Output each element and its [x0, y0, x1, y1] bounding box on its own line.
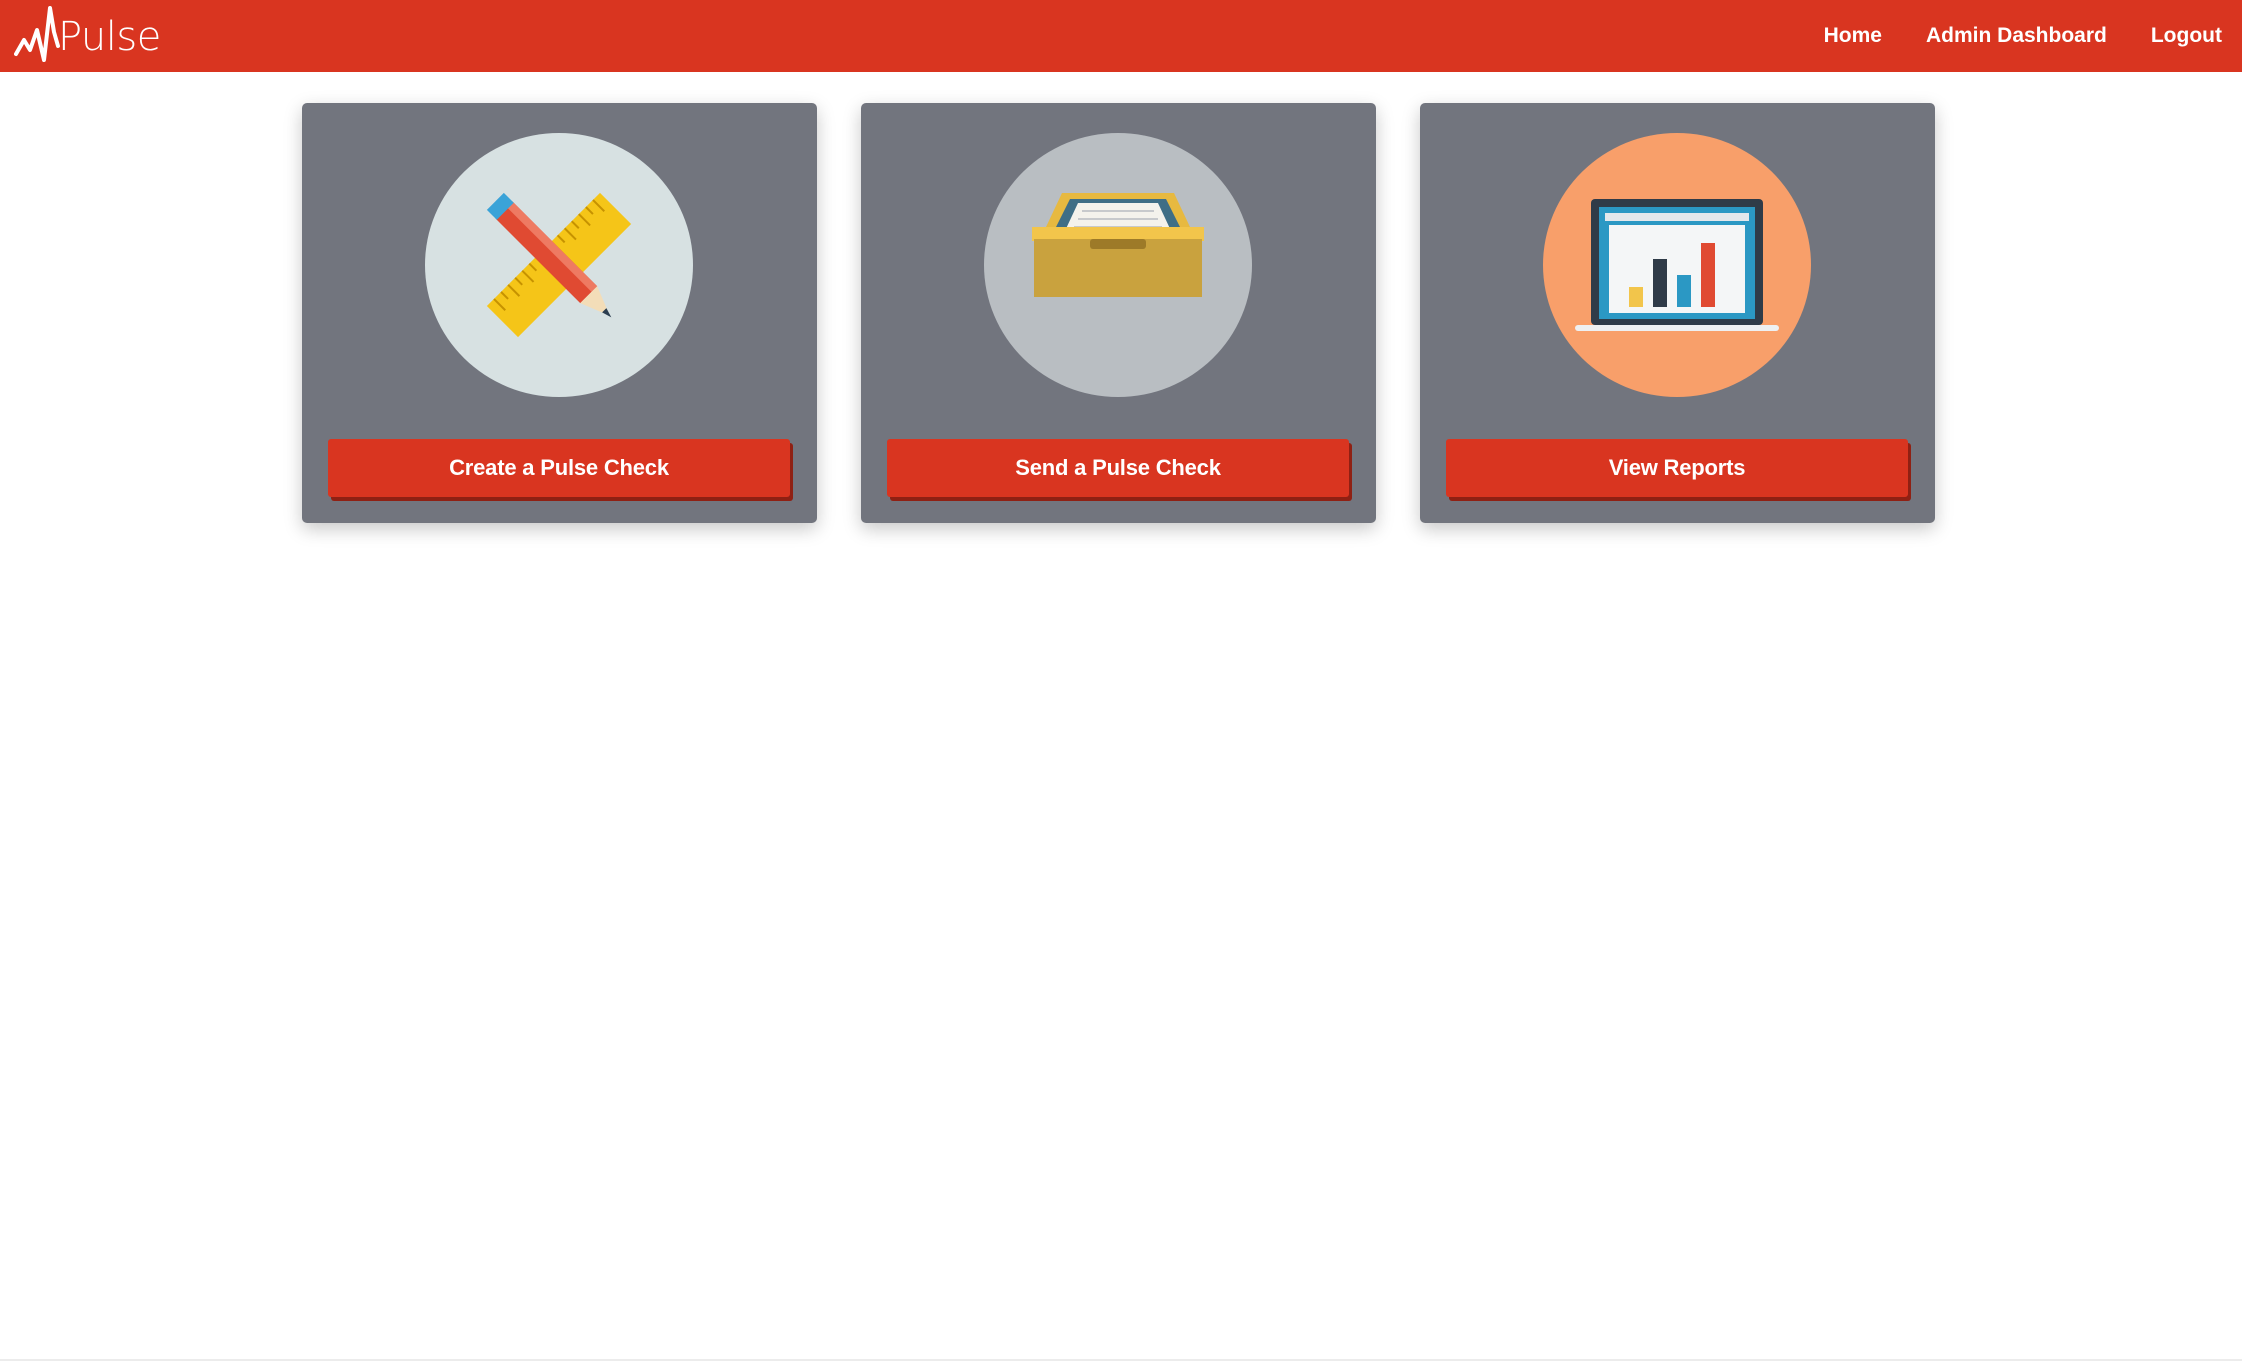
page-bottom-divider: [0, 1359, 2242, 1361]
view-reports-card: View Reports: [1420, 103, 1935, 523]
view-reports-button[interactable]: View Reports: [1446, 439, 1908, 497]
laptop-chart-icon: [1575, 199, 1779, 331]
reports-illustration: [1543, 133, 1811, 397]
inbox-tray-icon: [1032, 193, 1204, 297]
nav-home-link[interactable]: Home: [1824, 24, 1882, 48]
main-nav: Home Admin Dashboard Logout: [1780, 0, 2222, 72]
nav-admin-dashboard-link[interactable]: Admin Dashboard: [1926, 24, 2107, 48]
create-illustration: [425, 133, 693, 397]
top-navbar: Pulse Home Admin Dashboard Logout: [0, 0, 2242, 72]
pulse-wave-icon: [14, 6, 60, 62]
pencil-ruler-icon: [486, 192, 632, 338]
create-pulse-check-card: Create a Pulse Check: [302, 103, 817, 523]
brand-name: Pulse: [58, 14, 161, 60]
nav-logout-link[interactable]: Logout: [2151, 24, 2222, 48]
send-illustration: [984, 133, 1252, 397]
send-pulse-check-button[interactable]: Send a Pulse Check: [887, 439, 1349, 497]
create-pulse-check-button[interactable]: Create a Pulse Check: [328, 439, 790, 497]
brand-logo[interactable]: Pulse: [14, 0, 161, 72]
send-pulse-check-card: Send a Pulse Check: [861, 103, 1376, 523]
